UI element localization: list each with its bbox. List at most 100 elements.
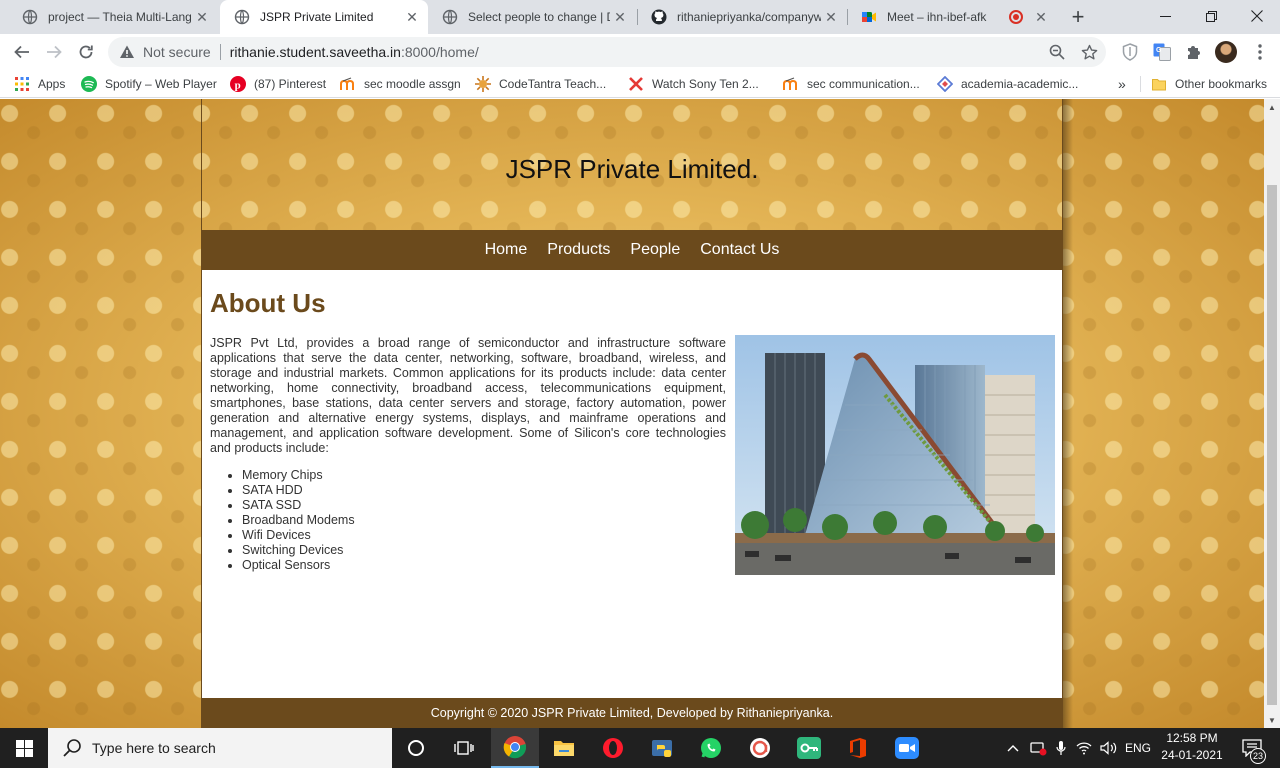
taskbar-office[interactable] [834, 728, 882, 768]
bookmark-academia[interactable]: academia-academic... [937, 70, 1078, 98]
svg-text:p: p [235, 80, 241, 92]
tray-wifi[interactable] [1074, 728, 1094, 768]
other-bookmarks[interactable]: Other bookmarks [1151, 70, 1267, 98]
tab-jspr[interactable]: JSPR Private Limited ✕ [220, 0, 428, 34]
nav-contact-us[interactable]: Contact Us [700, 241, 779, 259]
taskbar-zoom[interactable] [883, 728, 931, 768]
bookmark-label: Spotify – Web Player [105, 77, 217, 91]
key-icon [797, 737, 821, 759]
close-icon[interactable]: ✕ [610, 7, 630, 27]
zoom-icon[interactable] [1048, 43, 1066, 61]
list-item: Memory Chips [242, 468, 355, 483]
warning-icon[interactable] [119, 44, 135, 60]
bookmark-spotify[interactable]: Spotify – Web Player [81, 70, 217, 98]
bookmark-sony-ten[interactable]: Watch Sony Ten 2... [628, 70, 759, 98]
academia-icon [937, 76, 953, 92]
notification-center-button[interactable]: 23 [1232, 728, 1272, 768]
taskbar-chrome[interactable] [491, 728, 539, 768]
recording-icon [1009, 10, 1023, 24]
building-image [735, 335, 1055, 575]
translate-extension-button[interactable]: G [1148, 38, 1176, 66]
list-item: SATA SSD [242, 498, 355, 513]
bookmark-moodle[interactable]: sec moodle assgn [340, 70, 461, 98]
forward-button[interactable] [40, 38, 68, 66]
list-item: SATA HDD [242, 483, 355, 498]
profile-button[interactable] [1212, 38, 1240, 66]
folder-icon [554, 741, 574, 756]
scroll-down-icon[interactable]: ▼ [1264, 712, 1280, 728]
bookmarks-overflow-button[interactable]: » [1118, 70, 1126, 98]
pinterest-icon: p [230, 76, 246, 92]
close-icon [1251, 10, 1263, 22]
windows-taskbar: Type here to search ENG 12:58 PM 24-01-2… [0, 728, 1280, 768]
tab-select-people[interactable]: Select people to change | D ✕ [428, 0, 636, 34]
url-host: rithanie.student.saveetha.in [229, 44, 401, 60]
show-hidden-icons-button[interactable] [1004, 728, 1022, 768]
tray-network-status[interactable] [1028, 728, 1050, 768]
close-icon[interactable]: ✕ [821, 7, 841, 27]
bookmark-label: sec moodle assgn [364, 77, 461, 91]
taskbar-whatsapp[interactable] [687, 728, 735, 768]
extensions-button[interactable] [1180, 38, 1208, 66]
whatsapp-icon [701, 738, 721, 758]
start-button[interactable] [0, 728, 48, 768]
taskbar-file-explorer[interactable] [540, 728, 588, 768]
taskbar-app-a[interactable] [736, 728, 784, 768]
chevron-up-icon [1007, 745, 1019, 752]
shield-extension-button[interactable] [1116, 38, 1144, 66]
tab-title: Select people to change | D [468, 10, 610, 24]
clock-time: 12:58 PM [1166, 731, 1218, 745]
cortana-button[interactable] [392, 728, 440, 768]
video-camera-icon [895, 737, 919, 759]
url-text[interactable]: rithanie.student.saveetha.in:8000/home/ [230, 44, 479, 60]
taskbar-opera[interactable] [589, 728, 637, 768]
nav-home[interactable]: Home [485, 241, 528, 259]
taskbar-clock[interactable]: 12:58 PM 24-01-2021 [1156, 730, 1228, 764]
codetantra-icon [475, 76, 491, 92]
close-window-button[interactable] [1234, 0, 1280, 32]
back-button[interactable] [8, 38, 36, 66]
tab-github[interactable]: rithaniepriyanka/companyw ✕ [637, 0, 847, 34]
taskbar-vpn[interactable] [785, 728, 833, 768]
task-view-icon [454, 741, 474, 755]
bookmark-apps[interactable]: Apps [14, 70, 65, 98]
opera-icon [603, 738, 623, 758]
tab-meet[interactable]: Meet – ihn-ibef-afk ✕ [847, 0, 1057, 34]
globe-icon [22, 9, 38, 25]
about-heading: About Us [210, 288, 326, 318]
main-content: About Us JSPR Pvt Ltd, provides a broad … [202, 270, 1062, 698]
bookmark-pinterest[interactable]: p (87) Pinterest [230, 70, 326, 98]
taskbar-search[interactable]: Type here to search [48, 728, 392, 768]
status-icon [1030, 742, 1047, 756]
minimize-button[interactable] [1142, 0, 1188, 32]
close-icon[interactable]: ✕ [402, 7, 422, 27]
restore-button[interactable] [1188, 0, 1234, 32]
bookmark-sec-communication[interactable]: sec communication... [783, 70, 920, 98]
taskbar-python[interactable] [638, 728, 686, 768]
bookmark-codetantra[interactable]: CodeTantra Teach... [475, 70, 606, 98]
divider [219, 44, 221, 60]
new-tab-button[interactable]: + [1064, 3, 1092, 31]
nav-products[interactable]: Products [547, 241, 610, 259]
close-icon[interactable]: ✕ [1031, 7, 1051, 27]
site-nav: Home Products People Contact Us [202, 230, 1062, 270]
tray-volume[interactable] [1098, 728, 1120, 768]
wifi-icon [1076, 742, 1092, 755]
nav-people[interactable]: People [630, 241, 680, 259]
tray-microphone[interactable] [1052, 728, 1070, 768]
scroll-up-icon[interactable]: ▲ [1264, 99, 1280, 115]
sony-icon [628, 76, 644, 92]
task-view-button[interactable] [440, 728, 488, 768]
bookmark-star-icon[interactable] [1080, 43, 1098, 61]
tab-project-theia[interactable]: project — Theia Multi-Lang ✕ [8, 0, 218, 34]
tray-language[interactable]: ENG [1124, 728, 1152, 768]
security-status[interactable]: Not secure [143, 44, 211, 60]
menu-button[interactable] [1246, 38, 1274, 66]
scrollbar-thumb[interactable] [1267, 185, 1277, 705]
close-icon[interactable]: ✕ [192, 7, 212, 27]
notification-badge: 23 [1250, 748, 1267, 764]
reload-button[interactable] [72, 38, 100, 66]
spotify-icon [81, 76, 97, 92]
address-bar[interactable]: Not secure rithanie.student.saveetha.in:… [108, 37, 1106, 67]
page-scrollbar[interactable]: ▲ ▼ [1264, 99, 1280, 728]
